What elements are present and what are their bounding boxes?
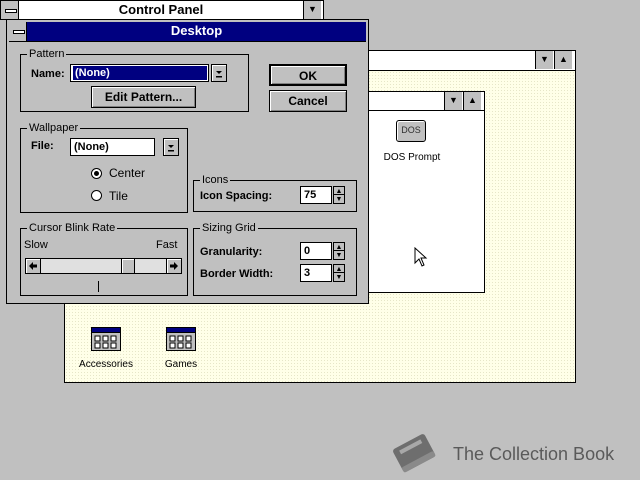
- control-panel-system-menu[interactable]: [1, 1, 19, 19]
- program-manager-minimize-button[interactable]: ▼: [535, 51, 553, 69]
- wallpaper-group-label: Wallpaper: [27, 122, 81, 134]
- border-width-spinner[interactable]: ▲ ▼: [333, 264, 345, 282]
- spin-down-icon[interactable]: ▼: [334, 251, 344, 259]
- dos-prompt-icon[interactable]: DOS: [396, 120, 426, 142]
- main-group-minimize-button[interactable]: ▼: [444, 92, 462, 110]
- ok-button[interactable]: OK: [269, 64, 347, 86]
- icon-spacing-input[interactable]: 75: [300, 186, 332, 204]
- dos-prompt-label[interactable]: DOS Prompt: [366, 152, 458, 163]
- control-panel-window: Control Panel ▼: [0, 0, 324, 20]
- pattern-dropdown-button[interactable]: [211, 64, 227, 82]
- pattern-name-combobox[interactable]: (None): [70, 64, 209, 82]
- program-manager-maximize-button[interactable]: ▲: [554, 51, 572, 69]
- sizing-grid-group: [193, 228, 357, 296]
- cursor-blink-thumb[interactable]: [121, 259, 136, 273]
- accessories-group-label[interactable]: Accessories: [71, 359, 141, 370]
- dropdown-arrow-icon: [168, 145, 174, 152]
- wallpaper-tile-radio[interactable]: [91, 190, 102, 201]
- sizing-grid-group-label: Sizing Grid: [200, 222, 258, 234]
- mouse-pointer-icon: [414, 247, 428, 267]
- games-group-label[interactable]: Games: [151, 359, 211, 370]
- arrow-right-icon: [170, 262, 178, 270]
- pattern-name-label: Name:: [31, 68, 65, 80]
- wallpaper-dropdown-button[interactable]: [163, 138, 179, 156]
- spin-down-icon[interactable]: ▼: [334, 195, 344, 203]
- book-logo-icon: [393, 434, 436, 473]
- wallpaper-center-radio[interactable]: [91, 168, 102, 179]
- edit-pattern-button[interactable]: Edit Pattern...: [91, 86, 196, 108]
- cursor-blink-scrollbar[interactable]: [25, 258, 182, 274]
- wallpaper-tile-label[interactable]: Tile: [109, 189, 128, 203]
- dos-icon-text: DOS: [401, 125, 421, 135]
- desktop-dialog: Desktop Pattern Name: (None) Edit Patter…: [6, 19, 369, 304]
- spin-up-icon[interactable]: ▲: [334, 265, 344, 273]
- games-group-icon[interactable]: [166, 327, 196, 351]
- dropdown-arrow-icon: [216, 71, 222, 78]
- main-group-maximize-button[interactable]: ▲: [463, 92, 481, 110]
- control-panel-minimize-button[interactable]: ▼: [303, 1, 321, 19]
- spin-down-icon[interactable]: ▼: [334, 273, 344, 281]
- desktop-dialog-system-menu[interactable]: [9, 22, 27, 41]
- spin-up-icon[interactable]: ▲: [334, 187, 344, 195]
- granularity-input[interactable]: 0: [300, 242, 332, 260]
- icon-spacing-label: Icon Spacing:: [200, 190, 273, 202]
- desktop-dialog-title: Desktop: [170, 23, 223, 38]
- cursor-blink-fast-label: Fast: [156, 239, 178, 251]
- border-width-label: Border Width:: [200, 268, 274, 280]
- cursor-blink-slow-label: Slow: [24, 239, 48, 251]
- spin-up-icon[interactable]: ▲: [334, 243, 344, 251]
- pattern-group-label: Pattern: [27, 48, 67, 60]
- control-panel-title: Control Panel: [19, 1, 303, 19]
- cursor-blink-preview: [98, 281, 99, 292]
- granularity-label: Granularity:: [200, 246, 263, 258]
- wallpaper-file-combobox[interactable]: (None): [70, 138, 155, 156]
- wallpaper-center-label[interactable]: Center: [109, 166, 145, 180]
- icons-group-label: Icons: [200, 174, 231, 186]
- border-width-input[interactable]: 3: [300, 264, 332, 282]
- icon-spacing-spinner[interactable]: ▲ ▼: [333, 186, 345, 204]
- cancel-button[interactable]: Cancel: [269, 90, 347, 112]
- wallpaper-file-label: File:: [31, 140, 54, 152]
- program-group-icon: [166, 327, 196, 351]
- arrow-left-icon: [29, 262, 37, 270]
- program-group-icon: [91, 327, 121, 351]
- pattern-name-value: (None): [73, 66, 207, 80]
- desktop-dialog-titlebar: Desktop: [9, 22, 366, 42]
- cursor-blink-group-label: Cursor Blink Rate: [27, 222, 118, 234]
- granularity-spinner[interactable]: ▲ ▼: [333, 242, 345, 260]
- scroll-right-button[interactable]: [166, 259, 181, 273]
- scroll-left-button[interactable]: [26, 259, 41, 273]
- accessories-group-icon[interactable]: [91, 327, 121, 351]
- watermark-text: The Collection Book: [453, 444, 615, 464]
